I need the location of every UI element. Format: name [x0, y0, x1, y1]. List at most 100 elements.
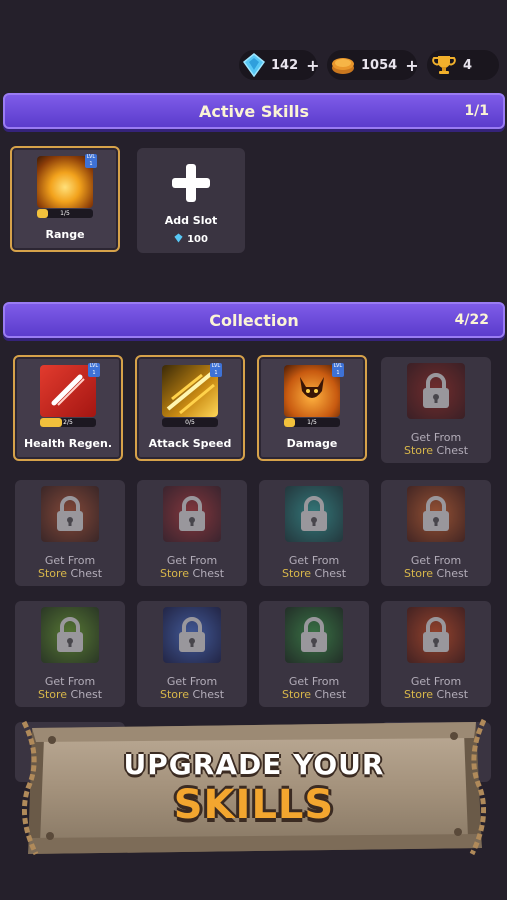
skill-card-range[interactable]: LVL 1 1/5 Range: [10, 146, 120, 252]
lock-icon: [301, 496, 327, 531]
store-chest-label: Store Chest: [282, 567, 346, 580]
store-text: Store: [159, 688, 190, 701]
locked-skill-image: [407, 607, 465, 663]
skill-name: Damage: [286, 437, 338, 450]
chest-text: Chest: [436, 567, 469, 580]
locked-skill-card[interactable]: Get From Store Chest: [259, 480, 369, 586]
get-from-label: Get From: [410, 554, 462, 567]
plus-icon: [170, 162, 212, 208]
skill-card-attack-speed[interactable]: LVL 1 0/5 Attack Speed: [135, 355, 245, 461]
add-slot-button[interactable]: Add Slot 100: [137, 148, 245, 253]
skill-name: Range: [45, 228, 85, 241]
store-text: Store: [403, 444, 434, 457]
gems-counter[interactable]: 142 +: [239, 50, 320, 80]
skill-card-damage[interactable]: LVL 1 1/5 Damage: [257, 355, 367, 461]
locked-skill-card[interactable]: Get From Store Chest: [259, 601, 369, 707]
active-skills-header: Active Skills 1/1: [3, 93, 505, 129]
store-chest-label: Store Chest: [404, 688, 468, 701]
lock-icon: [423, 617, 449, 652]
store-text: Store: [159, 567, 190, 580]
skill-progress-bar: 2/5: [40, 418, 96, 427]
skill-progress-bar: 1/5: [284, 418, 340, 427]
banner-headline: UPGRADE YOUR: [123, 748, 385, 781]
lock-icon: [179, 617, 205, 652]
collection-header: Collection 4/22: [3, 302, 505, 338]
locked-skill-image: [407, 486, 465, 542]
locked-skill-card[interactable]: Get From Store Chest: [137, 601, 247, 707]
gems-value: 142: [271, 57, 299, 73]
lock-icon: [423, 373, 449, 408]
store-chest-label: Store Chest: [160, 688, 224, 701]
store-chest-label: Store Chest: [404, 567, 468, 580]
store-text: Store: [37, 688, 68, 701]
collection-count: 4/22: [454, 312, 489, 328]
skill-progress-text: 1/5: [60, 210, 70, 217]
skill-progress-text: 1/5: [307, 419, 317, 426]
level-badge: LVL 1: [88, 363, 100, 377]
chest-text: Chest: [436, 444, 469, 457]
get-from-label: Get From: [410, 675, 462, 688]
skill-card-health-regen[interactable]: LVL 1 2/5 Health Regen.: [13, 355, 123, 461]
locked-skill-image: [41, 607, 99, 663]
store-chest-label: Store Chest: [404, 444, 468, 457]
skill-name: Attack Speed: [148, 437, 232, 450]
store-text: Store: [281, 688, 312, 701]
store-chest-label: Store Chest: [160, 567, 224, 580]
lock-icon: [179, 496, 205, 531]
locked-skill-image: [285, 486, 343, 542]
store-text: Store: [37, 567, 68, 580]
coin-icon: [331, 52, 355, 78]
lock-icon: [57, 496, 83, 531]
chest-text: Chest: [192, 567, 225, 580]
chest-text: Chest: [70, 688, 103, 701]
store-chest-label: Store Chest: [38, 567, 102, 580]
chest-text: Chest: [314, 567, 347, 580]
health-regen-skill-icon: LVL 1: [40, 363, 100, 417]
add-slot-cost: 100: [174, 233, 208, 246]
attack-speed-skill-icon: LVL 1: [162, 363, 222, 417]
locked-skill-card[interactable]: Get From Store Chest: [381, 480, 491, 586]
range-skill-icon: LVL 1: [37, 154, 97, 208]
store-chest-label: Store Chest: [38, 688, 102, 701]
trophy-value: 4: [463, 57, 473, 73]
locked-skill-card[interactable]: Get From Store Chest: [137, 480, 247, 586]
get-from-label: Get From: [410, 431, 462, 444]
trophy-counter[interactable]: 4: [427, 50, 499, 80]
skill-name: Health Regen.: [23, 437, 113, 450]
coins-add-button[interactable]: +: [405, 56, 418, 75]
lock-icon: [423, 496, 449, 531]
get-from-label: Get From: [166, 554, 218, 567]
skill-progress-bar: 0/5: [162, 418, 218, 427]
locked-skill-image: [407, 363, 465, 419]
active-skills-title: Active Skills: [199, 101, 309, 121]
get-from-label: Get From: [44, 675, 96, 688]
gem-icon: [174, 233, 183, 246]
banner-subheadline: SKILLS: [173, 782, 335, 828]
locked-skill-card[interactable]: Get From Store Chest: [15, 480, 125, 586]
trophy-icon: [431, 52, 457, 78]
locked-skill-image: [163, 486, 221, 542]
chest-text: Chest: [314, 688, 347, 701]
get-from-label: Get From: [288, 675, 340, 688]
gems-add-button[interactable]: +: [306, 56, 319, 75]
skill-progress-text: 2/5: [63, 419, 73, 426]
locked-skill-image: [285, 607, 343, 663]
promo-banner: UPGRADE YOUR SKILLS: [22, 718, 486, 858]
store-text: Store: [403, 688, 434, 701]
locked-skill-card[interactable]: Get From Store Chest: [15, 601, 125, 707]
coins-counter[interactable]: 1054 +: [327, 50, 419, 80]
chest-text: Chest: [70, 567, 103, 580]
active-skills-count: 1/1: [464, 103, 489, 119]
get-from-label: Get From: [44, 554, 96, 567]
level-badge: LVL 1: [332, 363, 344, 377]
locked-skill-card[interactable]: Get From Store Chest: [381, 601, 491, 707]
get-from-label: Get From: [288, 554, 340, 567]
coins-value: 1054: [361, 57, 398, 73]
locked-skill-card[interactable]: Get From Store Chest: [381, 357, 491, 463]
skill-progress-text: 0/5: [185, 419, 195, 426]
lock-icon: [301, 617, 327, 652]
store-text: Store: [403, 567, 434, 580]
skill-progress-bar: 1/5: [37, 209, 93, 218]
lock-icon: [57, 617, 83, 652]
add-slot-label: Add Slot: [164, 214, 218, 227]
